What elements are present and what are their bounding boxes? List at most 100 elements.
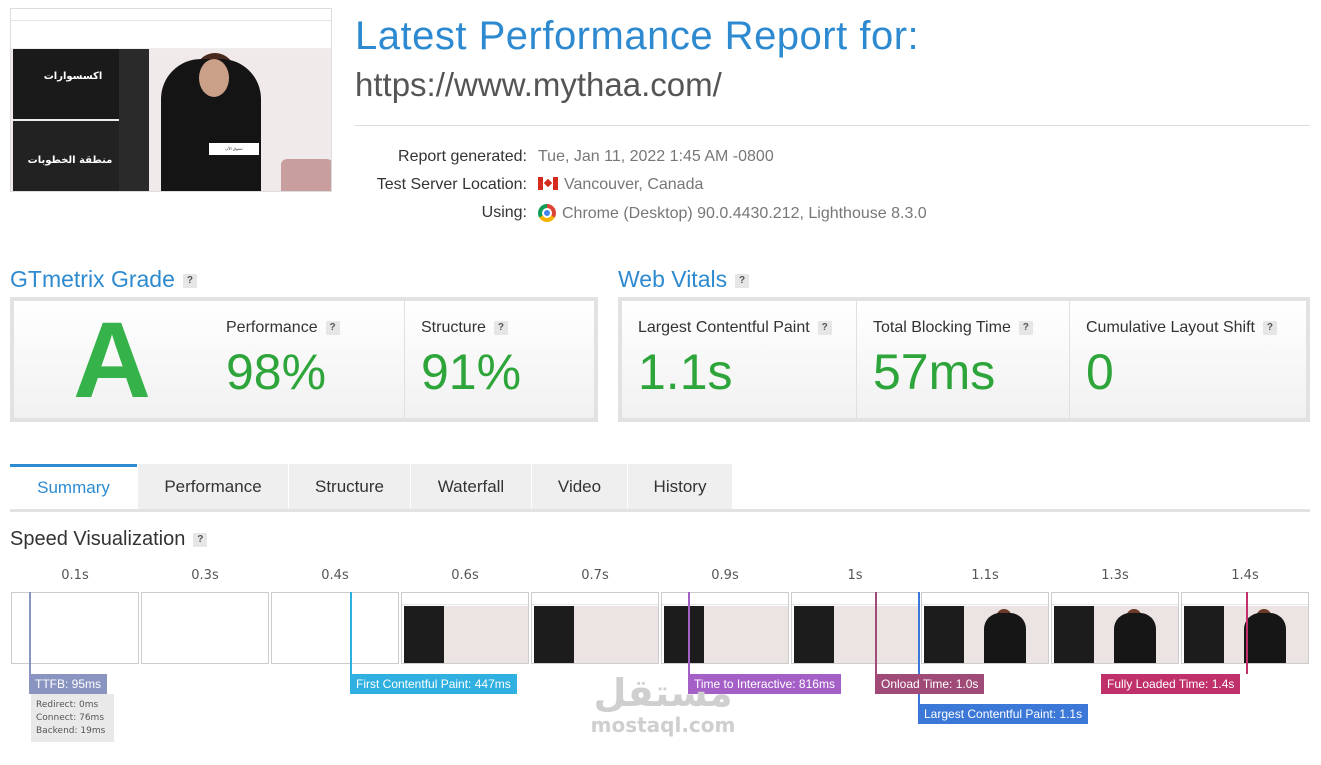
cls-cell: Cumulative Layout Shift? 0 (1069, 301, 1306, 418)
meta-location-value: Vancouver, Canada (564, 176, 704, 193)
watermark-latin: mostaql.com (590, 713, 736, 737)
thumb-promo-accessories: اكسسوارات (43, 71, 103, 82)
structure-score-label-wrap: Structure? (421, 319, 508, 337)
help-icon[interactable]: ? (817, 320, 832, 335)
tab-performance[interactable]: Performance (137, 464, 288, 509)
tab-history[interactable]: History (627, 464, 732, 509)
gtmetrix-grade-panel: A Performance? 98% Structure? 91% (10, 297, 598, 422)
meta-using: Using: Chrome (Desktop) 90.0.4430.212, L… (355, 204, 1055, 228)
web-vitals-title: Web Vitals (618, 266, 728, 292)
structure-score-cell: Structure? 91% (404, 301, 594, 418)
grade-letter: A (14, 301, 210, 418)
lcp-label-wrap: Largest Contentful Paint? (638, 319, 832, 337)
meta-report-generated: Report generated: Tue, Jan 11, 2022 1:45… (355, 148, 1055, 172)
fully-loaded-marker-line (1246, 592, 1248, 674)
thumb-block-accessories (13, 49, 119, 119)
gtmetrix-grade-heading: GTmetrix Grade? (10, 266, 197, 293)
filmstrip-frame[interactable] (661, 592, 789, 664)
cls-label-wrap: Cumulative Layout Shift? (1086, 319, 1277, 337)
thumb-promo-engagement: منطقة الخطوبات (27, 155, 113, 166)
meta-location-label: Test Server Location: (376, 176, 527, 193)
lcp-label: Largest Contentful Paint (638, 319, 810, 336)
canada-flag-icon (538, 177, 558, 190)
filmstrip-frame[interactable] (1181, 592, 1309, 664)
web-vitals-heading: Web Vitals? (618, 266, 750, 293)
ttfb-connect: Connect: 76ms (36, 713, 105, 723)
lcp-marker[interactable]: Largest Contentful Paint: 1.1s (918, 704, 1089, 724)
performance-score-value: 98% (226, 344, 327, 400)
timeline-tick: 1.1s (971, 568, 999, 583)
help-icon[interactable]: ? (325, 320, 340, 335)
onload-marker[interactable]: Onload Time: 1.0s (875, 674, 985, 694)
help-icon[interactable]: ? (182, 273, 197, 288)
ttfb-marker-line (29, 592, 31, 674)
filmstrip-frame[interactable] (921, 592, 1049, 664)
ttfb-backend: Backend: 19ms (36, 726, 106, 736)
report-url[interactable]: https://www.mythaa.com/ (355, 66, 722, 104)
meta-using-value-wrap: Chrome (Desktop) 90.0.4430.212, Lighthou… (538, 204, 927, 223)
structure-score-value: 91% (421, 344, 522, 400)
timeline-tick: 0.6s (451, 568, 479, 583)
timeline-tick: 1.3s (1101, 568, 1129, 583)
ttfb-marker[interactable]: TTFB: 95ms (29, 674, 108, 694)
performance-score-cell: Performance? 98% (210, 301, 404, 418)
tbt-label-wrap: Total Blocking Time? (873, 319, 1033, 337)
filmstrip-frame[interactable] (531, 592, 659, 664)
meta-generated-value: Tue, Jan 11, 2022 1:45 AM -0800 (538, 148, 774, 165)
watermark-arabic: مستقل (593, 671, 733, 715)
ttfb-breakdown: Redirect: 0ms Connect: 76ms Backend: 19m… (31, 694, 114, 742)
meta-server-location: Test Server Location: Vancouver, Canada (355, 176, 1055, 200)
filmstrip-frame[interactable] (141, 592, 269, 664)
help-icon[interactable]: ? (1262, 320, 1277, 335)
timeline-tick: 0.1s (61, 568, 89, 583)
report-title: Latest Performance Report for: (355, 14, 920, 58)
tab-structure[interactable]: Structure (288, 464, 410, 509)
tti-marker-line (688, 592, 690, 674)
cls-value: 0 (1086, 344, 1114, 400)
filmstrip-frame[interactable] (271, 592, 399, 664)
help-icon[interactable]: ? (493, 320, 508, 335)
meta-using-value: Chrome (Desktop) 90.0.4430.212, Lighthou… (562, 205, 927, 222)
lcp-value: 1.1s (638, 344, 733, 400)
web-vitals-panel: Largest Contentful Paint? 1.1s Total Blo… (618, 297, 1310, 422)
thumb-shop-button: تسوق الآن (209, 143, 259, 155)
thumb-block-dress (119, 49, 149, 191)
meta-generated-label: Report generated: (398, 148, 527, 165)
tbt-label: Total Blocking Time (873, 319, 1011, 336)
thumb-topbar (11, 9, 331, 21)
report-tabs: Summary Performance Structure Waterfall … (10, 464, 1310, 512)
timeline-tick: 1.4s (1231, 568, 1259, 583)
thumb-model-face (199, 59, 229, 97)
filmstrip-frame[interactable] (1051, 592, 1179, 664)
filmstrip-frame[interactable] (401, 592, 529, 664)
performance-score-label: Performance (226, 319, 318, 336)
mostaql-watermark: مستقل mostaql.com (578, 672, 748, 736)
help-icon[interactable]: ? (193, 532, 208, 547)
help-icon[interactable]: ? (1018, 320, 1033, 335)
tbt-cell: Total Blocking Time? 57ms (856, 301, 1069, 418)
chrome-icon (538, 204, 556, 222)
header-divider (355, 125, 1310, 126)
speed-visualization-heading: Speed Visualization? (10, 528, 208, 551)
structure-score-label: Structure (421, 319, 486, 336)
fully-loaded-marker[interactable]: Fully Loaded Time: 1.4s (1101, 674, 1241, 694)
tab-waterfall[interactable]: Waterfall (410, 464, 531, 509)
meta-location-value-wrap: Vancouver, Canada (538, 176, 703, 194)
tab-video[interactable]: Video (531, 464, 627, 509)
tab-summary[interactable]: Summary (10, 464, 137, 509)
timeline-tick: 1s (847, 568, 863, 583)
tbt-value: 57ms (873, 344, 996, 400)
meta-using-label: Using: (481, 204, 527, 221)
fcp-marker[interactable]: First Contentful Paint: 447ms (350, 674, 517, 694)
help-icon[interactable]: ? (735, 273, 750, 288)
timeline-tick: 0.7s (581, 568, 609, 583)
timeline-tick: 0.3s (191, 568, 219, 583)
filmstrip-frame[interactable] (791, 592, 919, 664)
performance-score-label-wrap: Performance? (226, 319, 340, 337)
page-screenshot-thumbnail: اكسسوارات تشكيلة مينا منطقة الخطوبات تسو… (10, 8, 332, 192)
thumb-chair (281, 159, 331, 191)
gtmetrix-grade-title: GTmetrix Grade (10, 266, 175, 292)
ttfb-redirect: Redirect: 0ms (36, 700, 99, 710)
speed-visualization-title: Speed Visualization (10, 528, 186, 550)
thumb-navbar (11, 21, 331, 49)
